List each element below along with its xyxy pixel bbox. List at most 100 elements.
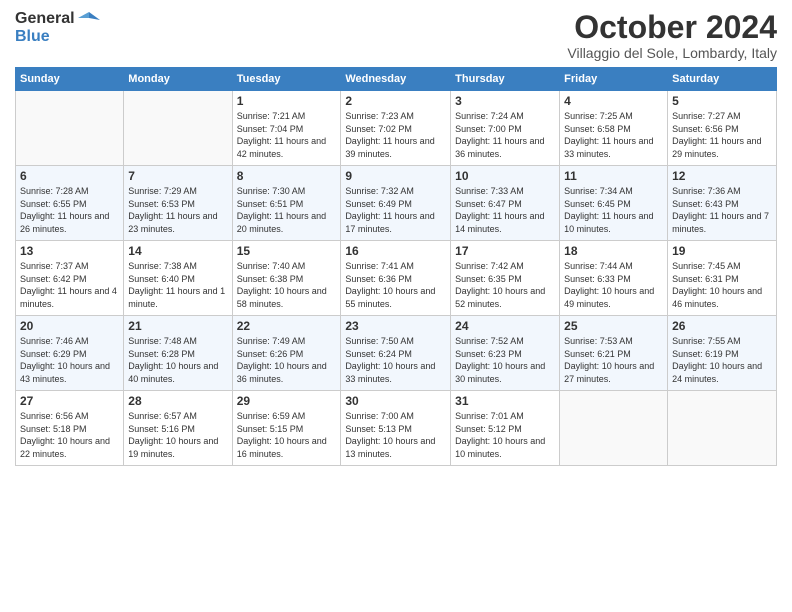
day-info: Sunrise: 7:49 AMSunset: 6:26 PMDaylight:… — [237, 335, 337, 385]
day-number: 24 — [455, 319, 555, 333]
header-sunday: Sunday — [16, 68, 124, 91]
day-number: 16 — [345, 244, 446, 258]
day-info: Sunrise: 7:28 AMSunset: 6:55 PMDaylight:… — [20, 185, 119, 235]
day-info: Sunrise: 7:01 AMSunset: 5:12 PMDaylight:… — [455, 410, 555, 460]
calendar-cell: 5Sunrise: 7:27 AMSunset: 6:56 PMDaylight… — [668, 91, 777, 166]
day-number: 13 — [20, 244, 119, 258]
header-friday: Friday — [560, 68, 668, 91]
calendar-cell: 29 Sunrise: 6:59 AMSunset: 5:15 PMDayligh… — [232, 391, 341, 466]
day-info: Sunrise: 7:44 AMSunset: 6:33 PMDaylight:… — [564, 260, 663, 310]
day-info: Sunrise: 7:27 AMSunset: 6:56 PMDaylight:… — [672, 110, 772, 160]
day-number: 4 — [564, 94, 663, 108]
day-number: 9 — [345, 169, 446, 183]
day-number: 30 — [345, 394, 446, 408]
header-thursday: Thursday — [451, 68, 560, 91]
logo-blue: Blue — [15, 28, 50, 45]
day-number: 29 — [237, 394, 337, 408]
day-info: Sunrise: 7:40 AMSunset: 6:38 PMDaylight:… — [237, 260, 337, 310]
header: General Blue October 2024 Villaggio del … — [15, 10, 777, 61]
calendar-cell: 21 Sunrise: 7:48 AMSunset: 6:28 PMDayligh… — [124, 316, 232, 391]
day-info: Sunrise: 7:29 AMSunset: 6:53 PMDaylight:… — [128, 185, 227, 235]
subtitle: Villaggio del Sole, Lombardy, Italy — [567, 45, 777, 61]
day-number: 10 — [455, 169, 555, 183]
day-info: Sunrise: 7:55 AMSunset: 6:19 PMDaylight:… — [672, 335, 772, 385]
month-title: October 2024 — [567, 10, 777, 45]
calendar-cell: 2Sunrise: 7:23 AMSunset: 7:02 PMDaylight… — [341, 91, 451, 166]
calendar-cell: 16 Sunrise: 7:41 AMSunset: 6:36 PMDayligh… — [341, 241, 451, 316]
day-number: 21 — [128, 319, 227, 333]
day-number: 11 — [564, 169, 663, 183]
title-block: October 2024 Villaggio del Sole, Lombard… — [567, 10, 777, 61]
day-info: Sunrise: 7:36 AMSunset: 6:43 PMDaylight:… — [672, 185, 772, 235]
calendar: SundayMondayTuesdayWednesdayThursdayFrid… — [15, 67, 777, 466]
day-info: Sunrise: 6:59 AMSunset: 5:15 PMDaylight:… — [237, 410, 337, 460]
day-info: Sunrise: 7:41 AMSunset: 6:36 PMDaylight:… — [345, 260, 446, 310]
header-row: SundayMondayTuesdayWednesdayThursdayFrid… — [16, 68, 777, 91]
calendar-cell: 23Sunrise: 7:50 AMSunset: 6:24 PMDayligh… — [341, 316, 451, 391]
calendar-cell: 14 Sunrise: 7:38 AMSunset: 6:40 PMDayligh… — [124, 241, 232, 316]
calendar-cell: 24 Sunrise: 7:52 AMSunset: 6:23 PMDayligh… — [451, 316, 560, 391]
day-info: Sunrise: 7:24 AMSunset: 7:00 PMDaylight:… — [455, 110, 555, 160]
calendar-cell — [560, 391, 668, 466]
day-info: Sunrise: 7:48 AMSunset: 6:28 PMDaylight:… — [128, 335, 227, 385]
day-number: 1 — [237, 94, 337, 108]
day-info: Sunrise: 7:00 AMSunset: 5:13 PMDaylight:… — [345, 410, 446, 460]
day-number: 26 — [672, 319, 772, 333]
calendar-cell: 13 Sunrise: 7:37 AMSunset: 6:42 PMDayligh… — [16, 241, 124, 316]
header-tuesday: Tuesday — [232, 68, 341, 91]
day-number: 19 — [672, 244, 772, 258]
calendar-cell: 4 Sunrise: 7:25 AMSunset: 6:58 PMDaylight… — [560, 91, 668, 166]
calendar-cell: 9 Sunrise: 7:32 AMSunset: 6:49 PMDaylight… — [341, 166, 451, 241]
day-number: 31 — [455, 394, 555, 408]
day-number: 6 — [20, 169, 119, 183]
day-number: 15 — [237, 244, 337, 258]
day-info: Sunrise: 7:45 AMSunset: 6:31 PMDaylight:… — [672, 260, 772, 310]
calendar-cell: 28Sunrise: 6:57 AMSunset: 5:16 PMDayligh… — [124, 391, 232, 466]
day-info: Sunrise: 7:53 AMSunset: 6:21 PMDaylight:… — [564, 335, 663, 385]
calendar-cell: 18 Sunrise: 7:44 AMSunset: 6:33 PMDayligh… — [560, 241, 668, 316]
calendar-cell: 30 Sunrise: 7:00 AMSunset: 5:13 PMDayligh… — [341, 391, 451, 466]
header-wednesday: Wednesday — [341, 68, 451, 91]
calendar-cell — [16, 91, 124, 166]
day-number: 2 — [345, 94, 446, 108]
calendar-cell — [668, 391, 777, 466]
week-row: 27 Sunrise: 6:56 AMSunset: 5:18 PMDayligh… — [16, 391, 777, 466]
logo: General Blue — [15, 10, 100, 46]
day-info: Sunrise: 7:25 AMSunset: 6:58 PMDaylight:… — [564, 110, 663, 160]
day-number: 8 — [237, 169, 337, 183]
day-info: Sunrise: 7:38 AMSunset: 6:40 PMDaylight:… — [128, 260, 227, 310]
calendar-cell: 7 Sunrise: 7:29 AMSunset: 6:53 PMDaylight… — [124, 166, 232, 241]
calendar-cell: 3 Sunrise: 7:24 AMSunset: 7:00 PMDaylight… — [451, 91, 560, 166]
day-info: Sunrise: 6:57 AMSunset: 5:16 PMDaylight:… — [128, 410, 227, 460]
day-info: Sunrise: 6:56 AMSunset: 5:18 PMDaylight:… — [20, 410, 119, 460]
day-number: 22 — [237, 319, 337, 333]
calendar-cell: 22 Sunrise: 7:49 AMSunset: 6:26 PMDayligh… — [232, 316, 341, 391]
day-info: Sunrise: 7:32 AMSunset: 6:49 PMDaylight:… — [345, 185, 446, 235]
logo-general: General — [15, 10, 75, 28]
calendar-cell: 12 Sunrise: 7:36 AMSunset: 6:43 PMDayligh… — [668, 166, 777, 241]
day-number: 27 — [20, 394, 119, 408]
calendar-cell: 19 Sunrise: 7:45 AMSunset: 6:31 PMDayligh… — [668, 241, 777, 316]
calendar-cell: 25Sunrise: 7:53 AMSunset: 6:21 PMDayligh… — [560, 316, 668, 391]
day-number: 3 — [455, 94, 555, 108]
day-info: Sunrise: 7:52 AMSunset: 6:23 PMDaylight:… — [455, 335, 555, 385]
calendar-cell: 27 Sunrise: 6:56 AMSunset: 5:18 PMDayligh… — [16, 391, 124, 466]
calendar-cell: 8 Sunrise: 7:30 AMSunset: 6:51 PMDaylight… — [232, 166, 341, 241]
calendar-cell: 11Sunrise: 7:34 AMSunset: 6:45 PMDayligh… — [560, 166, 668, 241]
header-saturday: Saturday — [668, 68, 777, 91]
calendar-cell: 26 Sunrise: 7:55 AMSunset: 6:19 PMDayligh… — [668, 316, 777, 391]
day-info: Sunrise: 7:42 AMSunset: 6:35 PMDaylight:… — [455, 260, 555, 310]
calendar-cell: 15 Sunrise: 7:40 AMSunset: 6:38 PMDayligh… — [232, 241, 341, 316]
day-number: 18 — [564, 244, 663, 258]
day-info: Sunrise: 7:30 AMSunset: 6:51 PMDaylight:… — [237, 185, 337, 235]
day-number: 14 — [128, 244, 227, 258]
week-row: 20Sunrise: 7:46 AMSunset: 6:29 PMDayligh… — [16, 316, 777, 391]
week-row: 1Sunrise: 7:21 AMSunset: 7:04 PMDaylight… — [16, 91, 777, 166]
day-number: 7 — [128, 169, 227, 183]
calendar-cell — [124, 91, 232, 166]
day-number: 12 — [672, 169, 772, 183]
day-info: Sunrise: 7:37 AMSunset: 6:42 PMDaylight:… — [20, 260, 119, 310]
day-info: Sunrise: 7:33 AMSunset: 6:47 PMDaylight:… — [455, 185, 555, 235]
calendar-cell: 31 Sunrise: 7:01 AMSunset: 5:12 PMDayligh… — [451, 391, 560, 466]
page: General Blue October 2024 Villaggio del … — [0, 0, 792, 476]
